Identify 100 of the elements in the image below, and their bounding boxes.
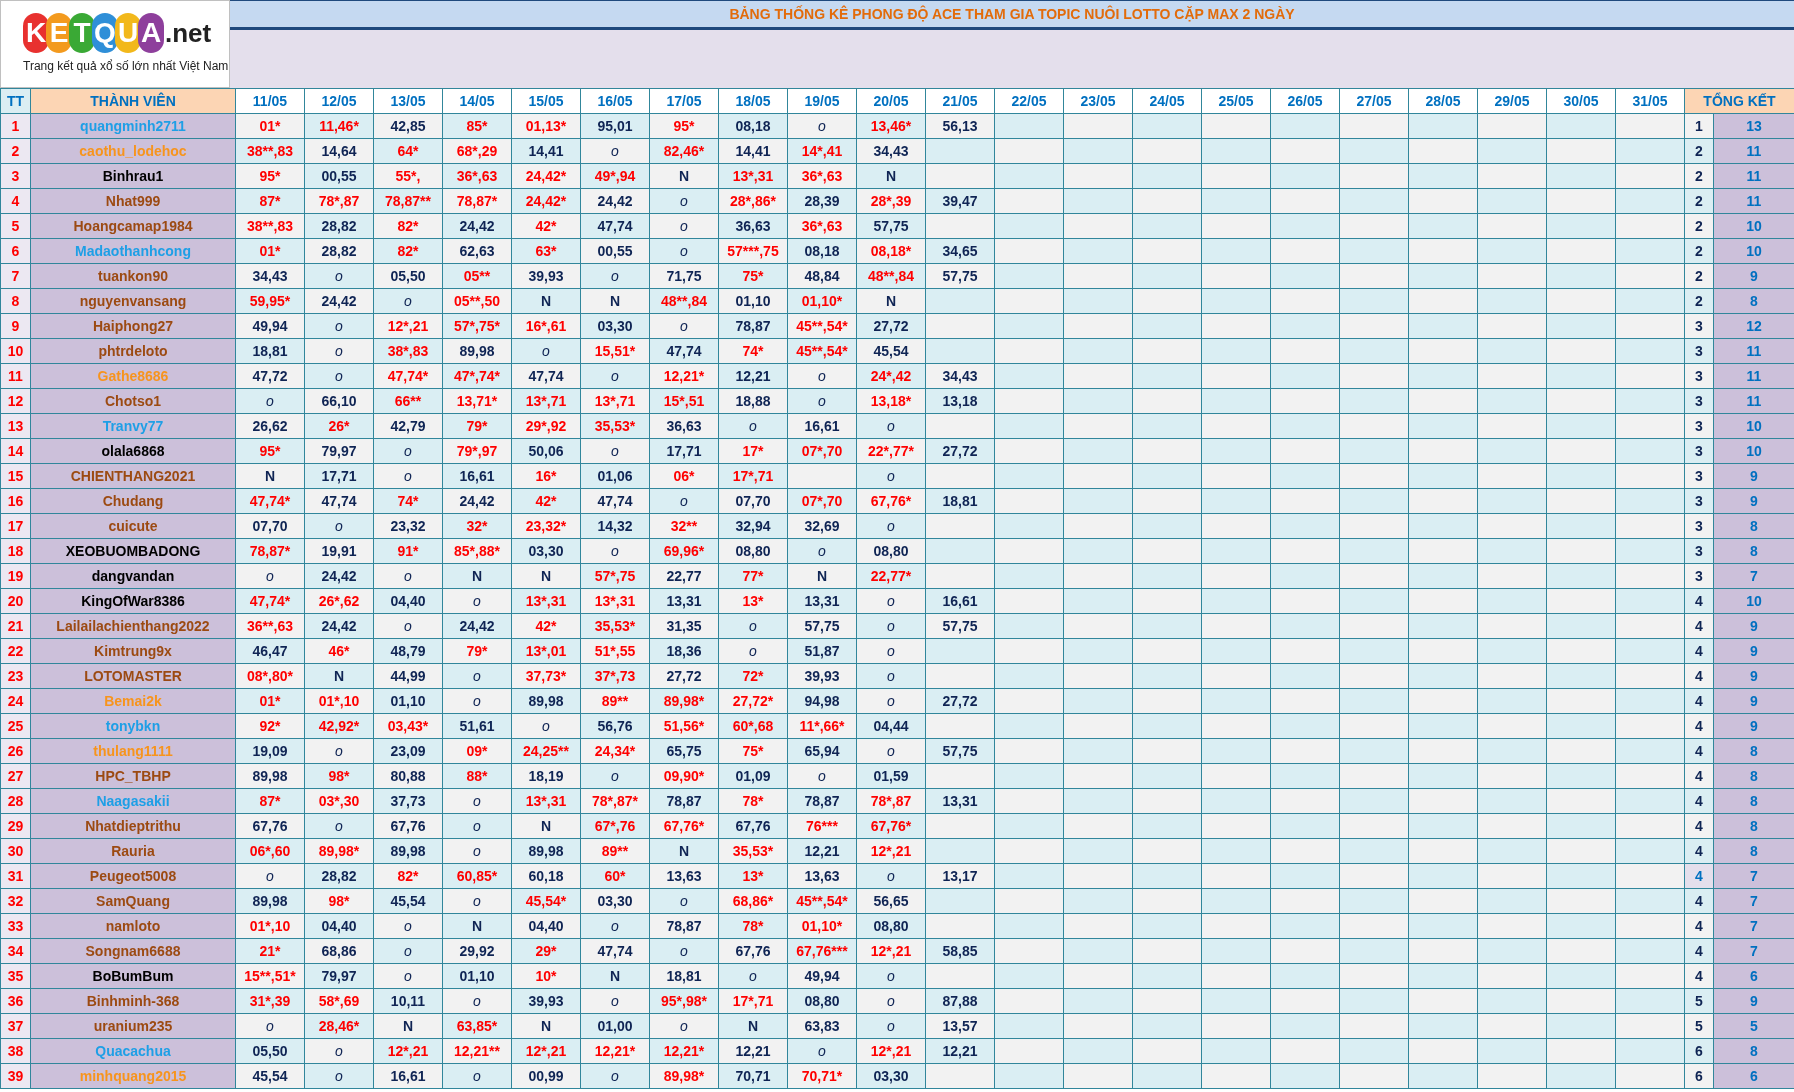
- row-number: 36: [0, 988, 31, 1014]
- member-name: HPC_TBHP: [30, 763, 236, 789]
- member-name: Naagasakii: [30, 788, 236, 814]
- row-number: 14: [0, 438, 31, 464]
- member-name: tuankon90: [30, 263, 236, 289]
- member-name: SamQuang: [30, 888, 236, 914]
- row-number: 33: [0, 913, 31, 939]
- column-header: 22/05: [994, 88, 1064, 114]
- member-name: caothu_lodehoc: [30, 138, 236, 164]
- row-number: 4: [0, 188, 31, 214]
- column-header: 20/05: [856, 88, 926, 114]
- logo-letter: K: [23, 13, 49, 53]
- column-header: 11/05: [235, 88, 305, 114]
- row-number: 35: [0, 963, 31, 989]
- column-header: 15/05: [511, 88, 581, 114]
- row-number: 25: [0, 713, 31, 739]
- member-name: Peugeot5008: [30, 863, 236, 889]
- column-header: 27/05: [1339, 88, 1409, 114]
- column-header: 13/05: [373, 88, 443, 114]
- member-name: cuicute: [30, 513, 236, 539]
- column-header: THÀNH VIÊN: [30, 88, 236, 114]
- member-name: Chudang: [30, 488, 236, 514]
- row-number: 8: [0, 288, 31, 314]
- column-header: 28/05: [1408, 88, 1478, 114]
- row-number: 29: [0, 813, 31, 839]
- row-number: 22: [0, 638, 31, 664]
- member-name: Bemai2k: [30, 688, 236, 714]
- row-number: 12: [0, 388, 31, 414]
- member-name: BoBumBum: [30, 963, 236, 989]
- member-name: nguyenvansang: [30, 288, 236, 314]
- member-name: LOTOMASTER: [30, 663, 236, 689]
- member-name: namloto: [30, 913, 236, 939]
- column-header: 31/05: [1615, 88, 1685, 114]
- member-name: KingOfWar8386: [30, 588, 236, 614]
- row-number: 19: [0, 563, 31, 589]
- member-name: minhquang2015: [30, 1063, 236, 1089]
- member-name: uranium235: [30, 1013, 236, 1039]
- member-name: Binhrau1: [30, 163, 236, 189]
- member-name: Songnam6688: [30, 938, 236, 964]
- member-name: Haiphong27: [30, 313, 236, 339]
- member-name: Lailailachienthang2022: [30, 613, 236, 639]
- column-header: 26/05: [1270, 88, 1340, 114]
- row-number: 17: [0, 513, 31, 539]
- row-number: 11: [0, 363, 31, 389]
- member-name: dangvandan: [30, 563, 236, 589]
- member-name: Nhat999: [30, 188, 236, 214]
- column-header: 19/05: [787, 88, 857, 114]
- row-number: 34: [0, 938, 31, 964]
- row-number: 26: [0, 738, 31, 764]
- member-name: Madaothanhcong: [30, 238, 236, 264]
- member-name: Rauria: [30, 838, 236, 864]
- row-number: 1: [0, 113, 31, 139]
- row-number: 20: [0, 588, 31, 614]
- row-number: 27: [0, 763, 31, 789]
- column-header: TT: [0, 88, 31, 114]
- logo-letter: A: [138, 13, 164, 53]
- logo-letter: T: [69, 13, 95, 53]
- member-name: quangminh2711: [30, 113, 236, 139]
- row-number: 38: [0, 1038, 31, 1064]
- member-name: tonybkn: [30, 713, 236, 739]
- column-header: 25/05: [1201, 88, 1271, 114]
- logo-letter: Q: [92, 13, 118, 53]
- member-name: Kimtrung9x: [30, 638, 236, 664]
- column-header: 21/05: [925, 88, 995, 114]
- logo-letter: E: [46, 13, 72, 53]
- member-name: Nhatdieptrithu: [30, 813, 236, 839]
- member-name: Hoangcamap1984: [30, 213, 236, 239]
- column-header: TỔNG KẾT: [1684, 88, 1794, 114]
- logo-letter: U: [115, 13, 141, 53]
- row-number: 18: [0, 538, 31, 564]
- row-number: 21: [0, 613, 31, 639]
- row-number: 10: [0, 338, 31, 364]
- column-header: 14/05: [442, 88, 512, 114]
- column-header: 23/05: [1063, 88, 1133, 114]
- column-header: 24/05: [1132, 88, 1202, 114]
- member-name: Binhminh-368: [30, 988, 236, 1014]
- row-number: 15: [0, 463, 31, 489]
- row-number: 31: [0, 863, 31, 889]
- column-header: 17/05: [649, 88, 719, 114]
- member-name: Tranvy77: [30, 413, 236, 439]
- row-number: 24: [0, 688, 31, 714]
- logo-suffix: .net: [165, 16, 212, 50]
- row-number: 3: [0, 163, 31, 189]
- member-name: phtrdeloto: [30, 338, 236, 364]
- row-number: 6: [0, 238, 31, 264]
- member-name: Gathe8686: [30, 363, 236, 389]
- row-number: 5: [0, 213, 31, 239]
- row-number: 7: [0, 263, 31, 289]
- member-name: Chotso1: [30, 388, 236, 414]
- row-number: 13: [0, 413, 31, 439]
- row-number: 32: [0, 888, 31, 914]
- column-header: 30/05: [1546, 88, 1616, 114]
- row-number: 2: [0, 138, 31, 164]
- member-name: CHIENTHANG2021: [30, 463, 236, 489]
- member-name: thulang1111: [30, 738, 236, 764]
- column-header: 29/05: [1477, 88, 1547, 114]
- member-name: XEOBUOMBADONG: [30, 538, 236, 564]
- row-number: 37: [0, 1013, 31, 1039]
- row-number: 30: [0, 838, 31, 864]
- row-number: 39: [0, 1063, 31, 1089]
